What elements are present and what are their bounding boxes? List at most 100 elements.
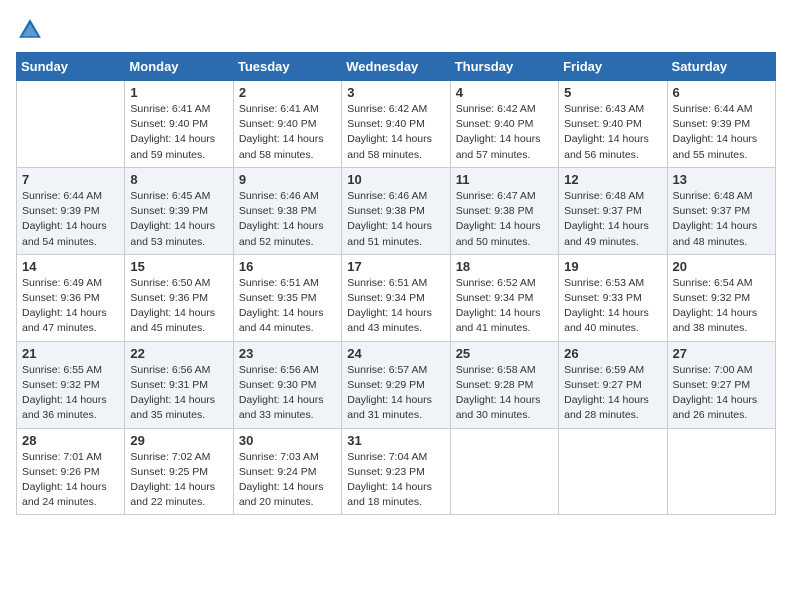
calendar-cell: 16 Sunrise: 6:51 AM Sunset: 9:35 PM Dayli… bbox=[233, 254, 341, 341]
day-number: 27 bbox=[673, 346, 770, 361]
col-header-thursday: Thursday bbox=[450, 53, 558, 81]
day-number: 5 bbox=[564, 85, 661, 100]
day-number: 13 bbox=[673, 172, 770, 187]
day-info: Sunrise: 6:42 AM Sunset: 9:40 PM Dayligh… bbox=[347, 102, 444, 163]
calendar-cell: 5 Sunrise: 6:43 AM Sunset: 9:40 PM Daylig… bbox=[559, 81, 667, 168]
day-info: Sunrise: 7:03 AM Sunset: 9:24 PM Dayligh… bbox=[239, 450, 336, 511]
day-info: Sunrise: 6:50 AM Sunset: 9:36 PM Dayligh… bbox=[130, 276, 227, 337]
calendar-header-row: SundayMondayTuesdayWednesdayThursdayFrid… bbox=[17, 53, 776, 81]
day-number: 4 bbox=[456, 85, 553, 100]
day-number: 11 bbox=[456, 172, 553, 187]
calendar-cell bbox=[17, 81, 125, 168]
day-number: 14 bbox=[22, 259, 119, 274]
day-info: Sunrise: 6:57 AM Sunset: 9:29 PM Dayligh… bbox=[347, 363, 444, 424]
calendar-cell: 23 Sunrise: 6:56 AM Sunset: 9:30 PM Dayli… bbox=[233, 341, 341, 428]
calendar-cell: 25 Sunrise: 6:58 AM Sunset: 9:28 PM Dayli… bbox=[450, 341, 558, 428]
day-info: Sunrise: 7:04 AM Sunset: 9:23 PM Dayligh… bbox=[347, 450, 444, 511]
calendar-cell: 15 Sunrise: 6:50 AM Sunset: 9:36 PM Dayli… bbox=[125, 254, 233, 341]
calendar-cell: 26 Sunrise: 6:59 AM Sunset: 9:27 PM Dayli… bbox=[559, 341, 667, 428]
day-info: Sunrise: 6:44 AM Sunset: 9:39 PM Dayligh… bbox=[673, 102, 770, 163]
calendar-cell: 21 Sunrise: 6:55 AM Sunset: 9:32 PM Dayli… bbox=[17, 341, 125, 428]
day-number: 30 bbox=[239, 433, 336, 448]
day-number: 3 bbox=[347, 85, 444, 100]
day-number: 23 bbox=[239, 346, 336, 361]
col-header-friday: Friday bbox=[559, 53, 667, 81]
calendar-cell: 7 Sunrise: 6:44 AM Sunset: 9:39 PM Daylig… bbox=[17, 167, 125, 254]
day-info: Sunrise: 6:46 AM Sunset: 9:38 PM Dayligh… bbox=[239, 189, 336, 250]
day-info: Sunrise: 6:56 AM Sunset: 9:30 PM Dayligh… bbox=[239, 363, 336, 424]
day-number: 24 bbox=[347, 346, 444, 361]
calendar-cell: 13 Sunrise: 6:48 AM Sunset: 9:37 PM Dayli… bbox=[667, 167, 775, 254]
col-header-saturday: Saturday bbox=[667, 53, 775, 81]
calendar-cell: 12 Sunrise: 6:48 AM Sunset: 9:37 PM Dayli… bbox=[559, 167, 667, 254]
calendar-cell: 31 Sunrise: 7:04 AM Sunset: 9:23 PM Dayli… bbox=[342, 428, 450, 515]
day-number: 19 bbox=[564, 259, 661, 274]
calendar-week-row: 21 Sunrise: 6:55 AM Sunset: 9:32 PM Dayli… bbox=[17, 341, 776, 428]
calendar-cell: 20Sunrise: 6:54 AM Sunset: 9:32 PM Dayli… bbox=[667, 254, 775, 341]
day-info: Sunrise: 6:58 AM Sunset: 9:28 PM Dayligh… bbox=[456, 363, 553, 424]
day-number: 12 bbox=[564, 172, 661, 187]
calendar-cell: 29 Sunrise: 7:02 AM Sunset: 9:25 PM Dayli… bbox=[125, 428, 233, 515]
calendar-week-row: 28Sunrise: 7:01 AM Sunset: 9:26 PM Dayli… bbox=[17, 428, 776, 515]
day-number: 31 bbox=[347, 433, 444, 448]
calendar-cell: 4 Sunrise: 6:42 AM Sunset: 9:40 PM Daylig… bbox=[450, 81, 558, 168]
day-info: Sunrise: 6:46 AM Sunset: 9:38 PM Dayligh… bbox=[347, 189, 444, 250]
day-number: 18 bbox=[456, 259, 553, 274]
day-info: Sunrise: 6:43 AM Sunset: 9:40 PM Dayligh… bbox=[564, 102, 661, 163]
calendar-cell bbox=[559, 428, 667, 515]
calendar-week-row: 1 Sunrise: 6:41 AM Sunset: 9:40 PM Daylig… bbox=[17, 81, 776, 168]
day-number: 2 bbox=[239, 85, 336, 100]
day-number: 7 bbox=[22, 172, 119, 187]
day-number: 10 bbox=[347, 172, 444, 187]
calendar-cell: 19 Sunrise: 6:53 AM Sunset: 9:33 PM Dayli… bbox=[559, 254, 667, 341]
day-info: Sunrise: 7:00 AM Sunset: 9:27 PM Dayligh… bbox=[673, 363, 770, 424]
calendar-cell: 9Sunrise: 6:46 AM Sunset: 9:38 PM Daylig… bbox=[233, 167, 341, 254]
day-number: 17 bbox=[347, 259, 444, 274]
day-number: 26 bbox=[564, 346, 661, 361]
day-info: Sunrise: 6:51 AM Sunset: 9:35 PM Dayligh… bbox=[239, 276, 336, 337]
day-info: Sunrise: 6:48 AM Sunset: 9:37 PM Dayligh… bbox=[673, 189, 770, 250]
day-info: Sunrise: 6:45 AM Sunset: 9:39 PM Dayligh… bbox=[130, 189, 227, 250]
day-info: Sunrise: 6:42 AM Sunset: 9:40 PM Dayligh… bbox=[456, 102, 553, 163]
day-number: 16 bbox=[239, 259, 336, 274]
day-number: 20 bbox=[673, 259, 770, 274]
day-number: 6 bbox=[673, 85, 770, 100]
day-number: 22 bbox=[130, 346, 227, 361]
calendar-cell: 8Sunrise: 6:45 AM Sunset: 9:39 PM Daylig… bbox=[125, 167, 233, 254]
day-info: Sunrise: 6:44 AM Sunset: 9:39 PM Dayligh… bbox=[22, 189, 119, 250]
day-info: Sunrise: 6:59 AM Sunset: 9:27 PM Dayligh… bbox=[564, 363, 661, 424]
day-info: Sunrise: 6:55 AM Sunset: 9:32 PM Dayligh… bbox=[22, 363, 119, 424]
calendar-cell: 14Sunrise: 6:49 AM Sunset: 9:36 PM Dayli… bbox=[17, 254, 125, 341]
day-number: 15 bbox=[130, 259, 227, 274]
calendar-cell: 24 Sunrise: 6:57 AM Sunset: 9:29 PM Dayli… bbox=[342, 341, 450, 428]
calendar-cell: 17 Sunrise: 6:51 AM Sunset: 9:34 PM Dayli… bbox=[342, 254, 450, 341]
day-number: 29 bbox=[130, 433, 227, 448]
calendar-cell: 27 Sunrise: 7:00 AM Sunset: 9:27 PM Dayli… bbox=[667, 341, 775, 428]
day-info: Sunrise: 6:53 AM Sunset: 9:33 PM Dayligh… bbox=[564, 276, 661, 337]
day-info: Sunrise: 6:56 AM Sunset: 9:31 PM Dayligh… bbox=[130, 363, 227, 424]
day-info: Sunrise: 7:01 AM Sunset: 9:26 PM Dayligh… bbox=[22, 450, 119, 511]
day-number: 21 bbox=[22, 346, 119, 361]
calendar-cell: 6 Sunrise: 6:44 AM Sunset: 9:39 PM Daylig… bbox=[667, 81, 775, 168]
calendar-cell bbox=[450, 428, 558, 515]
calendar-table: SundayMondayTuesdayWednesdayThursdayFrid… bbox=[16, 52, 776, 515]
day-info: Sunrise: 6:48 AM Sunset: 9:37 PM Dayligh… bbox=[564, 189, 661, 250]
col-header-tuesday: Tuesday bbox=[233, 53, 341, 81]
day-info: Sunrise: 6:41 AM Sunset: 9:40 PM Dayligh… bbox=[239, 102, 336, 163]
calendar-cell bbox=[667, 428, 775, 515]
day-info: Sunrise: 6:51 AM Sunset: 9:34 PM Dayligh… bbox=[347, 276, 444, 337]
day-number: 1 bbox=[130, 85, 227, 100]
day-info: Sunrise: 7:02 AM Sunset: 9:25 PM Dayligh… bbox=[130, 450, 227, 511]
day-info: Sunrise: 6:52 AM Sunset: 9:34 PM Dayligh… bbox=[456, 276, 553, 337]
calendar-week-row: 7 Sunrise: 6:44 AM Sunset: 9:39 PM Daylig… bbox=[17, 167, 776, 254]
calendar-cell: 2 Sunrise: 6:41 AM Sunset: 9:40 PM Daylig… bbox=[233, 81, 341, 168]
logo-icon bbox=[16, 16, 44, 44]
day-info: Sunrise: 6:41 AM Sunset: 9:40 PM Dayligh… bbox=[130, 102, 227, 163]
col-header-sunday: Sunday bbox=[17, 53, 125, 81]
calendar-week-row: 14Sunrise: 6:49 AM Sunset: 9:36 PM Dayli… bbox=[17, 254, 776, 341]
calendar-cell: 18 Sunrise: 6:52 AM Sunset: 9:34 PM Dayli… bbox=[450, 254, 558, 341]
calendar-cell: 1 Sunrise: 6:41 AM Sunset: 9:40 PM Daylig… bbox=[125, 81, 233, 168]
day-info: Sunrise: 6:47 AM Sunset: 9:38 PM Dayligh… bbox=[456, 189, 553, 250]
day-number: 25 bbox=[456, 346, 553, 361]
calendar-cell: 30 Sunrise: 7:03 AM Sunset: 9:24 PM Dayli… bbox=[233, 428, 341, 515]
